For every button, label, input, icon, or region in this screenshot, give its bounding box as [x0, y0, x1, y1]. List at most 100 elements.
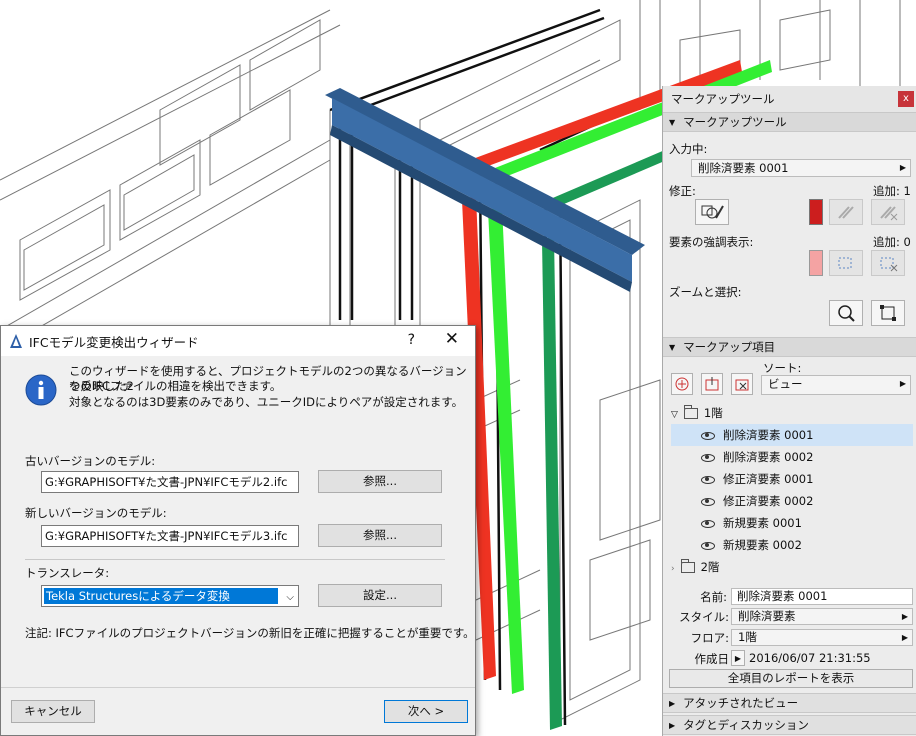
eye-icon[interactable] [701, 475, 715, 484]
info-line-3: 対象となるのは3D要素のみであり、ユニークIDによりペアが設定されます。 [69, 395, 464, 409]
select-elements-button[interactable] [871, 300, 905, 326]
correction-color-swatch[interactable] [809, 199, 823, 225]
eye-icon[interactable] [701, 541, 715, 550]
translator-value: Tekla Structuresによるデータ変換 [44, 588, 278, 604]
section-markup-items[interactable]: ▼ マークアップ項目 [663, 337, 916, 357]
remove-from-correction-button[interactable] [871, 199, 905, 225]
section-tags-discussion[interactable]: ▶ タグとディスカッション [663, 715, 916, 735]
style-label: スタイル: [679, 610, 729, 624]
add-highlight-button[interactable] [829, 250, 863, 276]
pencil-remove-icon [880, 206, 898, 221]
tree-folder-label: 2階 [700, 560, 720, 574]
tree-item-label: 新規要素 0001 [723, 516, 802, 530]
floor-value: 1階 [738, 630, 757, 644]
divider [25, 559, 445, 560]
new-markup-button[interactable] [671, 373, 693, 395]
modify-element-button[interactable] [695, 199, 729, 225]
section-markup-tool[interactable]: ▼ マークアップツール [663, 112, 916, 132]
eye-icon[interactable] [701, 431, 715, 440]
import-icon [705, 377, 719, 391]
new-model-path-field[interactable]: G:¥GRAPHISOFT¥た文書-JPN¥IFCモデル3.ifc [41, 525, 299, 547]
old-model-label: 古いバージョンのモデル: [25, 454, 156, 468]
style-dropdown[interactable]: 削除済要素 ▶ [731, 608, 913, 625]
dropdown-arrow-icon: ▶ [899, 163, 906, 172]
floor-dropdown[interactable]: 1階 ▶ [731, 629, 913, 646]
folder-icon [683, 405, 698, 419]
next-button[interactable]: 次へ > [384, 700, 468, 723]
highlight-label: 要素の強調表示: [669, 235, 754, 249]
sort-dropdown[interactable]: ビュー ▶ [761, 375, 911, 395]
info-line-2: つのIFCファイルの相違を検出できます。 [69, 379, 282, 393]
pencil-add-icon [838, 206, 854, 219]
tree-item[interactable]: 削除済要素 0002 [671, 446, 913, 468]
old-model-path: G:¥GRAPHISOFT¥た文書-JPN¥IFCモデル2.ifc [45, 475, 288, 489]
footer-divider [1, 687, 475, 688]
markup-tool-palette: マークアップツール x ▼ マークアップツール 入力中: 削除済要素 0001 ▶ … [662, 86, 916, 736]
settings-button[interactable]: 設定... [318, 584, 442, 607]
chevron-right-icon: › [671, 564, 675, 574]
chevron-down-icon: ▽ [671, 410, 678, 420]
palette-title-bar: マークアップツール x [663, 86, 916, 112]
created-expand-button[interactable]: ▶ [731, 650, 745, 666]
section-label: アタッチされたビュー [683, 696, 799, 710]
tree-item-label: 削除済要素 0001 [723, 428, 814, 442]
section-label: タグとディスカッション [683, 718, 809, 732]
tree-item[interactable]: 修正済要素 0002 [671, 490, 913, 512]
dialog-title-bar: IFCモデル変更検出ウィザード ? ✕ [1, 326, 475, 356]
highlight-add-icon [838, 257, 852, 269]
add-count-highlight: 追加: 0 [873, 235, 911, 249]
dialog-title: IFCモデル変更検出ウィザード [29, 334, 199, 350]
highlight-color-swatch[interactable] [809, 250, 823, 276]
old-model-path-field[interactable]: G:¥GRAPHISOFT¥た文書-JPN¥IFCモデル2.ifc [41, 471, 299, 493]
add-count-modify: 追加: 1 [873, 184, 911, 198]
note-text: 注記: IFCファイルのプロジェクトバージョンの新旧を正確に把握することが重要で… [25, 626, 475, 640]
tree-item-label: 削除済要素 0002 [723, 450, 814, 464]
tree-item[interactable]: 新規要素 0001 [671, 512, 913, 534]
browse-new-button[interactable]: 参照... [318, 524, 442, 547]
tree-item-label: 新規要素 0002 [723, 538, 802, 552]
translator-label: トランスレータ: [25, 566, 110, 580]
tree-item[interactable]: 新規要素 0002 [671, 534, 913, 556]
close-icon[interactable]: x [898, 91, 914, 107]
input-style-value: 削除済要素 0001 [698, 161, 789, 175]
eye-icon[interactable] [701, 497, 715, 506]
delete-markup-button[interactable] [731, 373, 753, 395]
translator-dropdown[interactable]: Tekla Structuresによるデータ変換 ⌵ [41, 585, 299, 607]
section-attached-views[interactable]: ▶ アタッチされたビュー [663, 693, 916, 713]
new-model-path: G:¥GRAPHISOFT¥た文書-JPN¥IFCモデル3.ifc [45, 529, 288, 543]
select-icon [880, 305, 896, 321]
created-value: 2016/06/07 21:31:55 [749, 651, 871, 665]
eye-icon[interactable] [701, 453, 715, 462]
name-field[interactable]: 削除済要素 0001 [731, 588, 913, 605]
dropdown-arrow-icon: ▶ [901, 612, 908, 621]
remove-highlight-button[interactable] [871, 250, 905, 276]
zoom-button[interactable] [829, 300, 863, 326]
input-style-dropdown[interactable]: 削除済要素 0001 ▶ [691, 159, 911, 177]
play-arrow-icon: ▶ [734, 653, 742, 663]
expand-arrow-icon: ▶ [669, 720, 676, 730]
add-to-correction-button[interactable] [829, 199, 863, 225]
tree-item[interactable]: 削除済要素 0001 [671, 424, 913, 446]
tree-item-label: 修正済要素 0001 [723, 472, 814, 486]
section-label: マークアップ項目 [683, 340, 776, 354]
close-icon[interactable]: ✕ [445, 329, 459, 349]
tree-floor-2[interactable]: › 2階 [671, 556, 913, 578]
eye-icon[interactable] [701, 519, 715, 528]
new-entry-icon [675, 377, 689, 391]
highlight-remove-icon [880, 257, 898, 272]
browse-old-button[interactable]: 参照... [318, 470, 442, 493]
expand-arrow-icon: ▶ [669, 698, 676, 708]
cancel-button[interactable]: キャンセル [11, 700, 95, 723]
floor-label: フロア: [690, 631, 729, 645]
help-icon[interactable]: ? [408, 332, 415, 348]
folder-icon [680, 559, 695, 573]
collapse-arrow-icon: ▼ [669, 342, 676, 352]
tree-floor-1[interactable]: ▽ 1階 [671, 402, 913, 424]
shapes-edit-icon [701, 205, 724, 219]
section-label: マークアップツール [683, 115, 787, 129]
report-all-button[interactable]: 全項目のレポートを表示 [669, 669, 913, 688]
info-icon [25, 374, 57, 406]
name-value: 削除済要素 0001 [737, 589, 828, 603]
tree-item[interactable]: 修正済要素 0001 [671, 468, 913, 490]
import-markup-button[interactable] [701, 373, 723, 395]
